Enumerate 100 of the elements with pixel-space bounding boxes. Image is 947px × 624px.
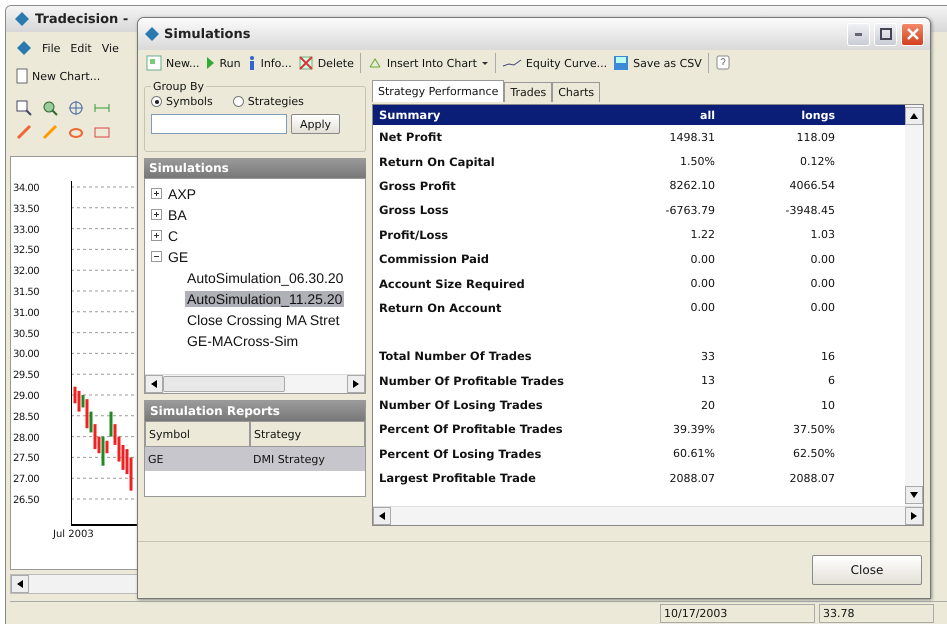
close-button[interactable] [901,22,924,46]
toolbar-button[interactable]: Insert Into Chart [360,53,489,73]
axis-label: 29.00 [13,390,40,404]
new-chart-button[interactable]: New Chart... [16,68,100,84]
metric-value: 8262.10 [668,179,715,192]
diamond-logo-icon [144,26,160,42]
arrow-left-icon [17,580,23,588]
axis-label: 34.00 [13,183,40,196]
metric-value: 0.12% [799,155,835,168]
maximize-button[interactable] [874,22,897,46]
scroll-down-button[interactable] [905,486,923,504]
metric-label: Total Number Of Trades [378,349,533,364]
metric-label: Percent Of Losing Trades [378,446,542,461]
apply-button[interactable]: Apply [291,114,340,134]
tree-item[interactable]: AutoSimulation_06.30.20 [185,270,346,286]
tree-item[interactable]: AutoSimulation_11.25.20 [185,290,344,306]
scroll-up-button[interactable] [905,107,923,125]
expand-icon[interactable] [151,209,162,220]
scroll-left-button[interactable] [373,507,391,525]
menu-item[interactable]: File [42,42,60,54]
metric-value: 4066.54 [788,179,835,192]
crosshair-icon [68,100,84,116]
tree-item[interactable]: GE [166,248,190,264]
metric-label: Percent Of Profitable Trades [378,422,564,436]
scroll-right-button[interactable] [905,507,923,525]
expand-icon[interactable] [151,230,162,241]
pane-header: Simulations [144,158,366,178]
axis-label: 32.00 [13,266,40,280]
axis-label: 27.00 [13,474,40,488]
metric-value: 62.50% [792,447,835,460]
maximize-icon [880,28,892,40]
scroll-left-button[interactable] [145,375,163,393]
metric-label: Account Size Required [378,276,526,291]
scroll-thumb[interactable] [163,376,285,392]
close-dialog-button[interactable]: Close [812,555,922,585]
toolbar-button[interactable]: New... [146,53,200,73]
pencil-icon [42,124,58,140]
table-cell[interactable]: GE [145,447,250,471]
axis-label: 27.50 [13,453,40,466]
scroll-left-button[interactable] [11,575,29,593]
axis-label: 30.00 [13,349,40,362]
scroll-right-button[interactable] [347,375,365,393]
magnifier-icon [42,100,58,116]
column-header: longs [800,108,835,122]
metric-value: 1.03 [810,228,835,242]
metric-value: 13 [700,374,715,388]
toolbar-button[interactable]: Delete [298,53,354,73]
tree-item[interactable]: AXP [166,186,198,202]
metric-value: 1498.31 [668,130,715,144]
menu-item[interactable]: Edit [70,42,92,54]
metric-label: Gross Profit [378,178,457,193]
tree-item[interactable]: GE-MACross-Sim [185,332,300,348]
metric-label: Largest Profitable Trade [378,471,537,486]
radio-option[interactable]: Symbols [151,95,213,108]
floppy-icon [613,55,630,71]
new-document-icon [146,55,162,71]
tab[interactable]: Strategy Performance [372,80,504,102]
column-header[interactable]: Strategy [250,421,365,447]
collapse-icon[interactable] [151,251,162,262]
toolbar-button[interactable]: Save as CSV [613,53,702,73]
toolbar-button[interactable]: Info... [246,53,292,73]
metric-label: Number Of Losing Trades [378,398,544,412]
minimize-button[interactable] [847,22,870,46]
filter-field[interactable] [151,114,287,134]
menu-item[interactable]: Vie [102,42,119,54]
metric-value: 0.00 [810,277,835,290]
metric-value: 1.50% [679,155,715,168]
expand-icon[interactable] [151,188,162,199]
arrow-left-icon [151,380,157,388]
tree-item[interactable]: BA [166,206,189,222]
metric-value: 0.00 [810,252,835,266]
diamond-logo-icon [16,40,32,56]
tree-item[interactable]: Close Crossing MA Stret [185,312,342,328]
column-header: Summary [378,108,442,122]
metric-label: Return On Capital [378,154,496,169]
metric-value: -6763.79 [664,204,715,217]
axis-label: 28.50 [13,412,40,425]
metric-value: 37.50% [792,422,835,436]
axis-label: 33.50 [13,204,40,217]
metric-label: Gross Loss [378,203,450,218]
column-header[interactable]: Symbol [145,421,250,447]
tree-item[interactable]: C [166,228,180,244]
window-title: Tradecision - [35,12,128,26]
arrow-right-icon [911,512,917,520]
toolbar-button[interactable]: Run [205,53,241,73]
help-button[interactable] [708,53,731,73]
arrow-right-icon [353,380,359,388]
radio-option[interactable]: Strategies [232,95,304,108]
tab[interactable]: Charts [552,82,600,102]
pencil-icon [16,124,32,140]
play-icon [205,55,216,71]
axis-label: 31.00 [13,308,40,321]
metric-value: 1.22 [690,228,715,242]
metric-value: -3948.45 [784,204,835,217]
tab[interactable]: Trades [504,82,552,102]
table-cell[interactable]: DMI Strategy [250,447,365,471]
dialog-title: Simulations [164,26,250,42]
diamond-logo-icon [14,11,30,27]
metric-value: 0.00 [690,301,715,314]
toolbar-button[interactable]: Equity Curve... [494,53,608,73]
